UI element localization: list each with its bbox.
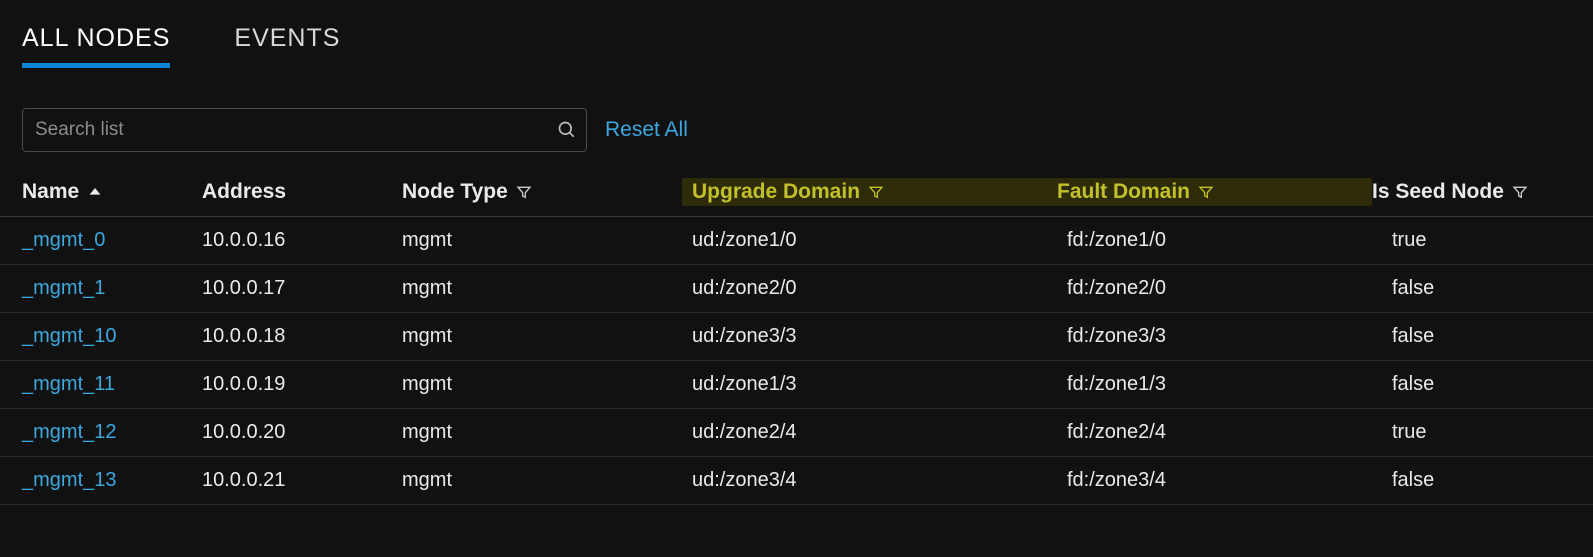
col-header-node-type[interactable]: Node Type [402,178,692,206]
node-address: 10.0.0.20 [202,421,402,444]
node-fault-domain: fd:/zone2/4 [1067,421,1392,444]
table-row: _mgmt_1110.0.0.19mgmtud:/zone1/3fd:/zone… [0,361,1593,409]
node-fault-domain: fd:/zone1/0 [1067,229,1392,252]
col-header-fault-domain-label: Fault Domain [1057,180,1190,204]
node-name-link[interactable]: _mgmt_0 [22,229,202,252]
table-row: _mgmt_1210.0.0.20mgmtud:/zone2/4fd:/zone… [0,409,1593,457]
tab-all-nodes[interactable]: ALL NODES [22,24,170,68]
table-row: _mgmt_110.0.0.17mgmtud:/zone2/0fd:/zone2… [0,265,1593,313]
node-address: 10.0.0.16 [202,229,402,252]
node-fault-domain: fd:/zone3/4 [1067,469,1392,492]
node-fault-domain: fd:/zone1/3 [1067,373,1392,396]
node-upgrade-domain: ud:/zone1/0 [692,229,1067,252]
col-header-upgrade-domain-label: Upgrade Domain [692,180,860,204]
nodes-table: Name Address Node Type Upgrade Domain Fa… [0,166,1593,505]
node-name-link[interactable]: _mgmt_1 [22,277,202,300]
node-address: 10.0.0.21 [202,469,402,492]
node-fault-domain: fd:/zone3/3 [1067,325,1392,348]
node-is-seed: false [1392,469,1571,492]
node-address: 10.0.0.19 [202,373,402,396]
node-type: mgmt [402,421,692,444]
toolbar: Reset All [0,68,1593,166]
filter-icon[interactable] [516,184,532,200]
node-type: mgmt [402,229,692,252]
reset-all-link[interactable]: Reset All [605,118,688,142]
col-header-name-label: Name [22,180,79,204]
node-address: 10.0.0.18 [202,325,402,348]
node-type: mgmt [402,325,692,348]
col-header-node-type-label: Node Type [402,180,508,204]
tab-bar: ALL NODES EVENTS [0,0,1593,68]
col-header-is-seed[interactable]: Is Seed Node [1372,178,1571,206]
node-is-seed: false [1392,373,1571,396]
node-type: mgmt [402,373,692,396]
filter-icon[interactable] [1198,184,1214,200]
node-upgrade-domain: ud:/zone1/3 [692,373,1067,396]
table-header-row: Name Address Node Type Upgrade Domain Fa… [0,166,1593,217]
table-body: _mgmt_010.0.0.16mgmtud:/zone1/0fd:/zone1… [0,217,1593,505]
node-upgrade-domain: ud:/zone2/0 [692,277,1067,300]
col-header-address[interactable]: Address [202,178,402,206]
node-name-link[interactable]: _mgmt_13 [22,469,202,492]
node-upgrade-domain: ud:/zone2/4 [692,421,1067,444]
tab-events[interactable]: EVENTS [234,24,340,68]
table-row: _mgmt_1010.0.0.18mgmtud:/zone3/3fd:/zone… [0,313,1593,361]
col-header-upgrade-domain[interactable]: Upgrade Domain [682,178,1057,206]
node-type: mgmt [402,469,692,492]
node-fault-domain: fd:/zone2/0 [1067,277,1392,300]
col-header-address-label: Address [202,180,286,204]
node-name-link[interactable]: _mgmt_10 [22,325,202,348]
col-header-name[interactable]: Name [22,178,202,206]
table-row: _mgmt_010.0.0.16mgmtud:/zone1/0fd:/zone1… [0,217,1593,265]
table-row: _mgmt_1310.0.0.21mgmtud:/zone3/4fd:/zone… [0,457,1593,505]
node-is-seed: true [1392,421,1571,444]
search-icon [557,120,577,140]
node-address: 10.0.0.17 [202,277,402,300]
filter-icon[interactable] [868,184,884,200]
node-upgrade-domain: ud:/zone3/4 [692,469,1067,492]
node-is-seed: false [1392,325,1571,348]
node-name-link[interactable]: _mgmt_11 [22,373,202,396]
search-wrap [22,108,587,152]
node-upgrade-domain: ud:/zone3/3 [692,325,1067,348]
node-is-seed: false [1392,277,1571,300]
node-name-link[interactable]: _mgmt_12 [22,421,202,444]
node-type: mgmt [402,277,692,300]
col-header-is-seed-label: Is Seed Node [1372,180,1504,204]
search-input[interactable] [22,108,587,152]
filter-icon[interactable] [1512,184,1528,200]
col-header-fault-domain[interactable]: Fault Domain [1047,178,1372,206]
sort-asc-icon [87,184,103,200]
node-is-seed: true [1392,229,1571,252]
